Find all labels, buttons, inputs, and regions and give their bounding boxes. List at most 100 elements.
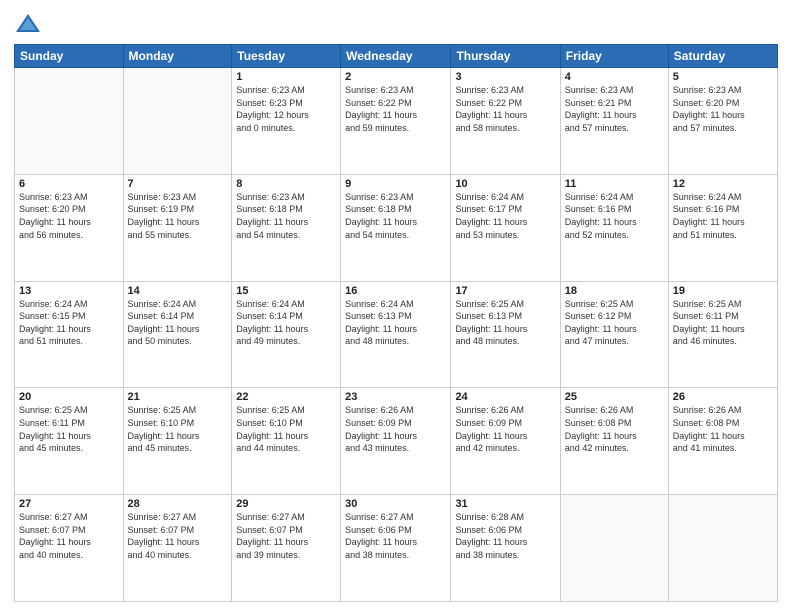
cell-info: Sunrise: 6:24 AMSunset: 6:14 PMDaylight:… — [128, 298, 228, 348]
day-number: 17 — [455, 285, 555, 297]
day-header-monday: Monday — [123, 45, 232, 68]
day-number: 21 — [128, 391, 228, 403]
cell-info: Sunrise: 6:25 AMSunset: 6:13 PMDaylight:… — [455, 298, 555, 348]
cell-info: Sunrise: 6:25 AMSunset: 6:10 PMDaylight:… — [236, 404, 336, 454]
cell-info: Sunrise: 6:23 AMSunset: 6:18 PMDaylight:… — [236, 191, 336, 241]
day-number: 14 — [128, 285, 228, 297]
day-number: 19 — [673, 285, 773, 297]
day-number: 23 — [345, 391, 446, 403]
cell-info: Sunrise: 6:24 AMSunset: 6:15 PMDaylight:… — [19, 298, 119, 348]
header-row: SundayMondayTuesdayWednesdayThursdayFrid… — [15, 45, 778, 68]
week-row-2: 13Sunrise: 6:24 AMSunset: 6:15 PMDayligh… — [15, 281, 778, 388]
cell-info: Sunrise: 6:25 AMSunset: 6:10 PMDaylight:… — [128, 404, 228, 454]
cell-info: Sunrise: 6:26 AMSunset: 6:09 PMDaylight:… — [455, 404, 555, 454]
calendar-cell — [668, 495, 777, 602]
calendar-cell: 27Sunrise: 6:27 AMSunset: 6:07 PMDayligh… — [15, 495, 124, 602]
calendar-cell: 23Sunrise: 6:26 AMSunset: 6:09 PMDayligh… — [341, 388, 451, 495]
calendar-cell: 31Sunrise: 6:28 AMSunset: 6:06 PMDayligh… — [451, 495, 560, 602]
calendar-cell: 15Sunrise: 6:24 AMSunset: 6:14 PMDayligh… — [232, 281, 341, 388]
cell-info: Sunrise: 6:23 AMSunset: 6:22 PMDaylight:… — [345, 84, 446, 134]
day-number: 1 — [236, 71, 336, 83]
cell-info: Sunrise: 6:24 AMSunset: 6:16 PMDaylight:… — [673, 191, 773, 241]
day-number: 20 — [19, 391, 119, 403]
day-number: 9 — [345, 178, 446, 190]
day-number: 11 — [565, 178, 664, 190]
calendar-cell: 11Sunrise: 6:24 AMSunset: 6:16 PMDayligh… — [560, 174, 668, 281]
calendar-cell: 1Sunrise: 6:23 AMSunset: 6:23 PMDaylight… — [232, 68, 341, 175]
week-row-4: 27 Sunrise: 6:27 AMSunset: 6:07 PMDayligh… — [15, 495, 778, 602]
calendar-cell: 21Sunrise: 6:25 AMSunset: 6:10 PMDayligh… — [123, 388, 232, 495]
page: SundayMondayTuesdayWednesdayThursdayFrid… — [0, 0, 792, 612]
calendar-cell: 2Sunrise: 6:23 AMSunset: 6:22 PMDaylight… — [341, 68, 451, 175]
day-header-thursday: Thursday — [451, 45, 560, 68]
calendar-cell: 25Sunrise: 6:26 AMSunset: 6:08 PMDayligh… — [560, 388, 668, 495]
day-number: 3 — [455, 71, 555, 83]
day-number: 15 — [236, 285, 336, 297]
calendar-cell — [123, 68, 232, 175]
cell-info: Sunrise: 6:27 AMSunset: 6:07 PMDaylight:… — [236, 511, 336, 561]
calendar-cell: 8Sunrise: 6:23 AMSunset: 6:18 PMDaylight… — [232, 174, 341, 281]
calendar-cell: 28Sunrise: 6:27 AMSunset: 6:07 PMDayligh… — [123, 495, 232, 602]
day-number: 4 — [565, 71, 664, 83]
calendar-cell: 14Sunrise: 6:24 AMSunset: 6:14 PMDayligh… — [123, 281, 232, 388]
cell-info: Sunrise: 6:26 AMSunset: 6:08 PMDaylight:… — [565, 404, 664, 454]
calendar-cell: 7Sunrise: 6:23 AMSunset: 6:19 PMDaylight… — [123, 174, 232, 281]
calendar-cell: 16Sunrise: 6:24 AMSunset: 6:13 PMDayligh… — [341, 281, 451, 388]
calendar-body: 1Sunrise: 6:23 AMSunset: 6:23 PMDaylight… — [15, 68, 778, 602]
cell-info: Sunrise: 6:23 AMSunset: 6:19 PMDaylight:… — [128, 191, 228, 241]
calendar-cell: 22Sunrise: 6:25 AMSunset: 6:10 PMDayligh… — [232, 388, 341, 495]
calendar-cell: 13Sunrise: 6:24 AMSunset: 6:15 PMDayligh… — [15, 281, 124, 388]
header — [14, 10, 778, 38]
day-header-saturday: Saturday — [668, 45, 777, 68]
cell-info: Sunrise: 6:27 AMSunset: 6:06 PMDaylight:… — [345, 511, 446, 561]
cell-info: Sunrise: 6:25 AMSunset: 6:12 PMDaylight:… — [565, 298, 664, 348]
calendar-cell: 24Sunrise: 6:26 AMSunset: 6:09 PMDayligh… — [451, 388, 560, 495]
cell-info: Sunrise: 6:26 AMSunset: 6:08 PMDaylight:… — [673, 404, 773, 454]
cell-info: Sunrise: 6:26 AMSunset: 6:09 PMDaylight:… — [345, 404, 446, 454]
week-row-1: 6Sunrise: 6:23 AMSunset: 6:20 PMDaylight… — [15, 174, 778, 281]
day-number: 10 — [455, 178, 555, 190]
calendar-cell: 5Sunrise: 6:23 AMSunset: 6:20 PMDaylight… — [668, 68, 777, 175]
day-number: 13 — [19, 285, 119, 297]
day-number: 24 — [455, 391, 555, 403]
cell-info: Sunrise: 6:24 AMSunset: 6:16 PMDaylight:… — [565, 191, 664, 241]
cell-info: Sunrise: 6:24 AMSunset: 6:13 PMDaylight:… — [345, 298, 446, 348]
cell-info: Sunrise: 6:23 AMSunset: 6:21 PMDaylight:… — [565, 84, 664, 134]
day-number: 28 — [128, 498, 228, 510]
logo — [14, 10, 46, 38]
day-number: 6 — [19, 178, 119, 190]
calendar-cell: 26Sunrise: 6:26 AMSunset: 6:08 PMDayligh… — [668, 388, 777, 495]
cell-info: Sunrise: 6:28 AMSunset: 6:06 PMDaylight:… — [455, 511, 555, 561]
calendar-cell: 9Sunrise: 6:23 AMSunset: 6:18 PMDaylight… — [341, 174, 451, 281]
day-header-tuesday: Tuesday — [232, 45, 341, 68]
logo-icon — [14, 10, 42, 38]
day-number: 30 — [345, 498, 446, 510]
day-number: 29 — [236, 498, 336, 510]
cell-info: Sunrise: 6:25 AMSunset: 6:11 PMDaylight:… — [673, 298, 773, 348]
calendar-cell: 17Sunrise: 6:25 AMSunset: 6:13 PMDayligh… — [451, 281, 560, 388]
cell-info: Sunrise: 6:23 AMSunset: 6:20 PMDaylight:… — [19, 191, 119, 241]
day-number: 8 — [236, 178, 336, 190]
day-number: 26 — [673, 391, 773, 403]
day-number: 22 — [236, 391, 336, 403]
calendar-header: SundayMondayTuesdayWednesdayThursdayFrid… — [15, 45, 778, 68]
day-header-sunday: Sunday — [15, 45, 124, 68]
calendar-cell — [15, 68, 124, 175]
day-header-wednesday: Wednesday — [341, 45, 451, 68]
week-row-0: 1Sunrise: 6:23 AMSunset: 6:23 PMDaylight… — [15, 68, 778, 175]
cell-info: Sunrise: 6:25 AMSunset: 6:11 PMDaylight:… — [19, 404, 119, 454]
cell-info: Sunrise: 6:27 AMSunset: 6:07 PMDaylight:… — [128, 511, 228, 561]
cell-info: Sunrise: 6:24 AMSunset: 6:14 PMDaylight:… — [236, 298, 336, 348]
day-number: 25 — [565, 391, 664, 403]
calendar-cell: 4Sunrise: 6:23 AMSunset: 6:21 PMDaylight… — [560, 68, 668, 175]
day-number: 5 — [673, 71, 773, 83]
day-number: 27 — [19, 498, 119, 510]
cell-info: Sunrise: 6:23 AMSunset: 6:22 PMDaylight:… — [455, 84, 555, 134]
day-number: 2 — [345, 71, 446, 83]
calendar-cell: 19Sunrise: 6:25 AMSunset: 6:11 PMDayligh… — [668, 281, 777, 388]
day-number: 18 — [565, 285, 664, 297]
cell-info: Sunrise: 6:23 AMSunset: 6:23 PMDaylight:… — [236, 84, 336, 134]
calendar-cell: 12Sunrise: 6:24 AMSunset: 6:16 PMDayligh… — [668, 174, 777, 281]
day-number: 7 — [128, 178, 228, 190]
calendar-cell: 30Sunrise: 6:27 AMSunset: 6:06 PMDayligh… — [341, 495, 451, 602]
